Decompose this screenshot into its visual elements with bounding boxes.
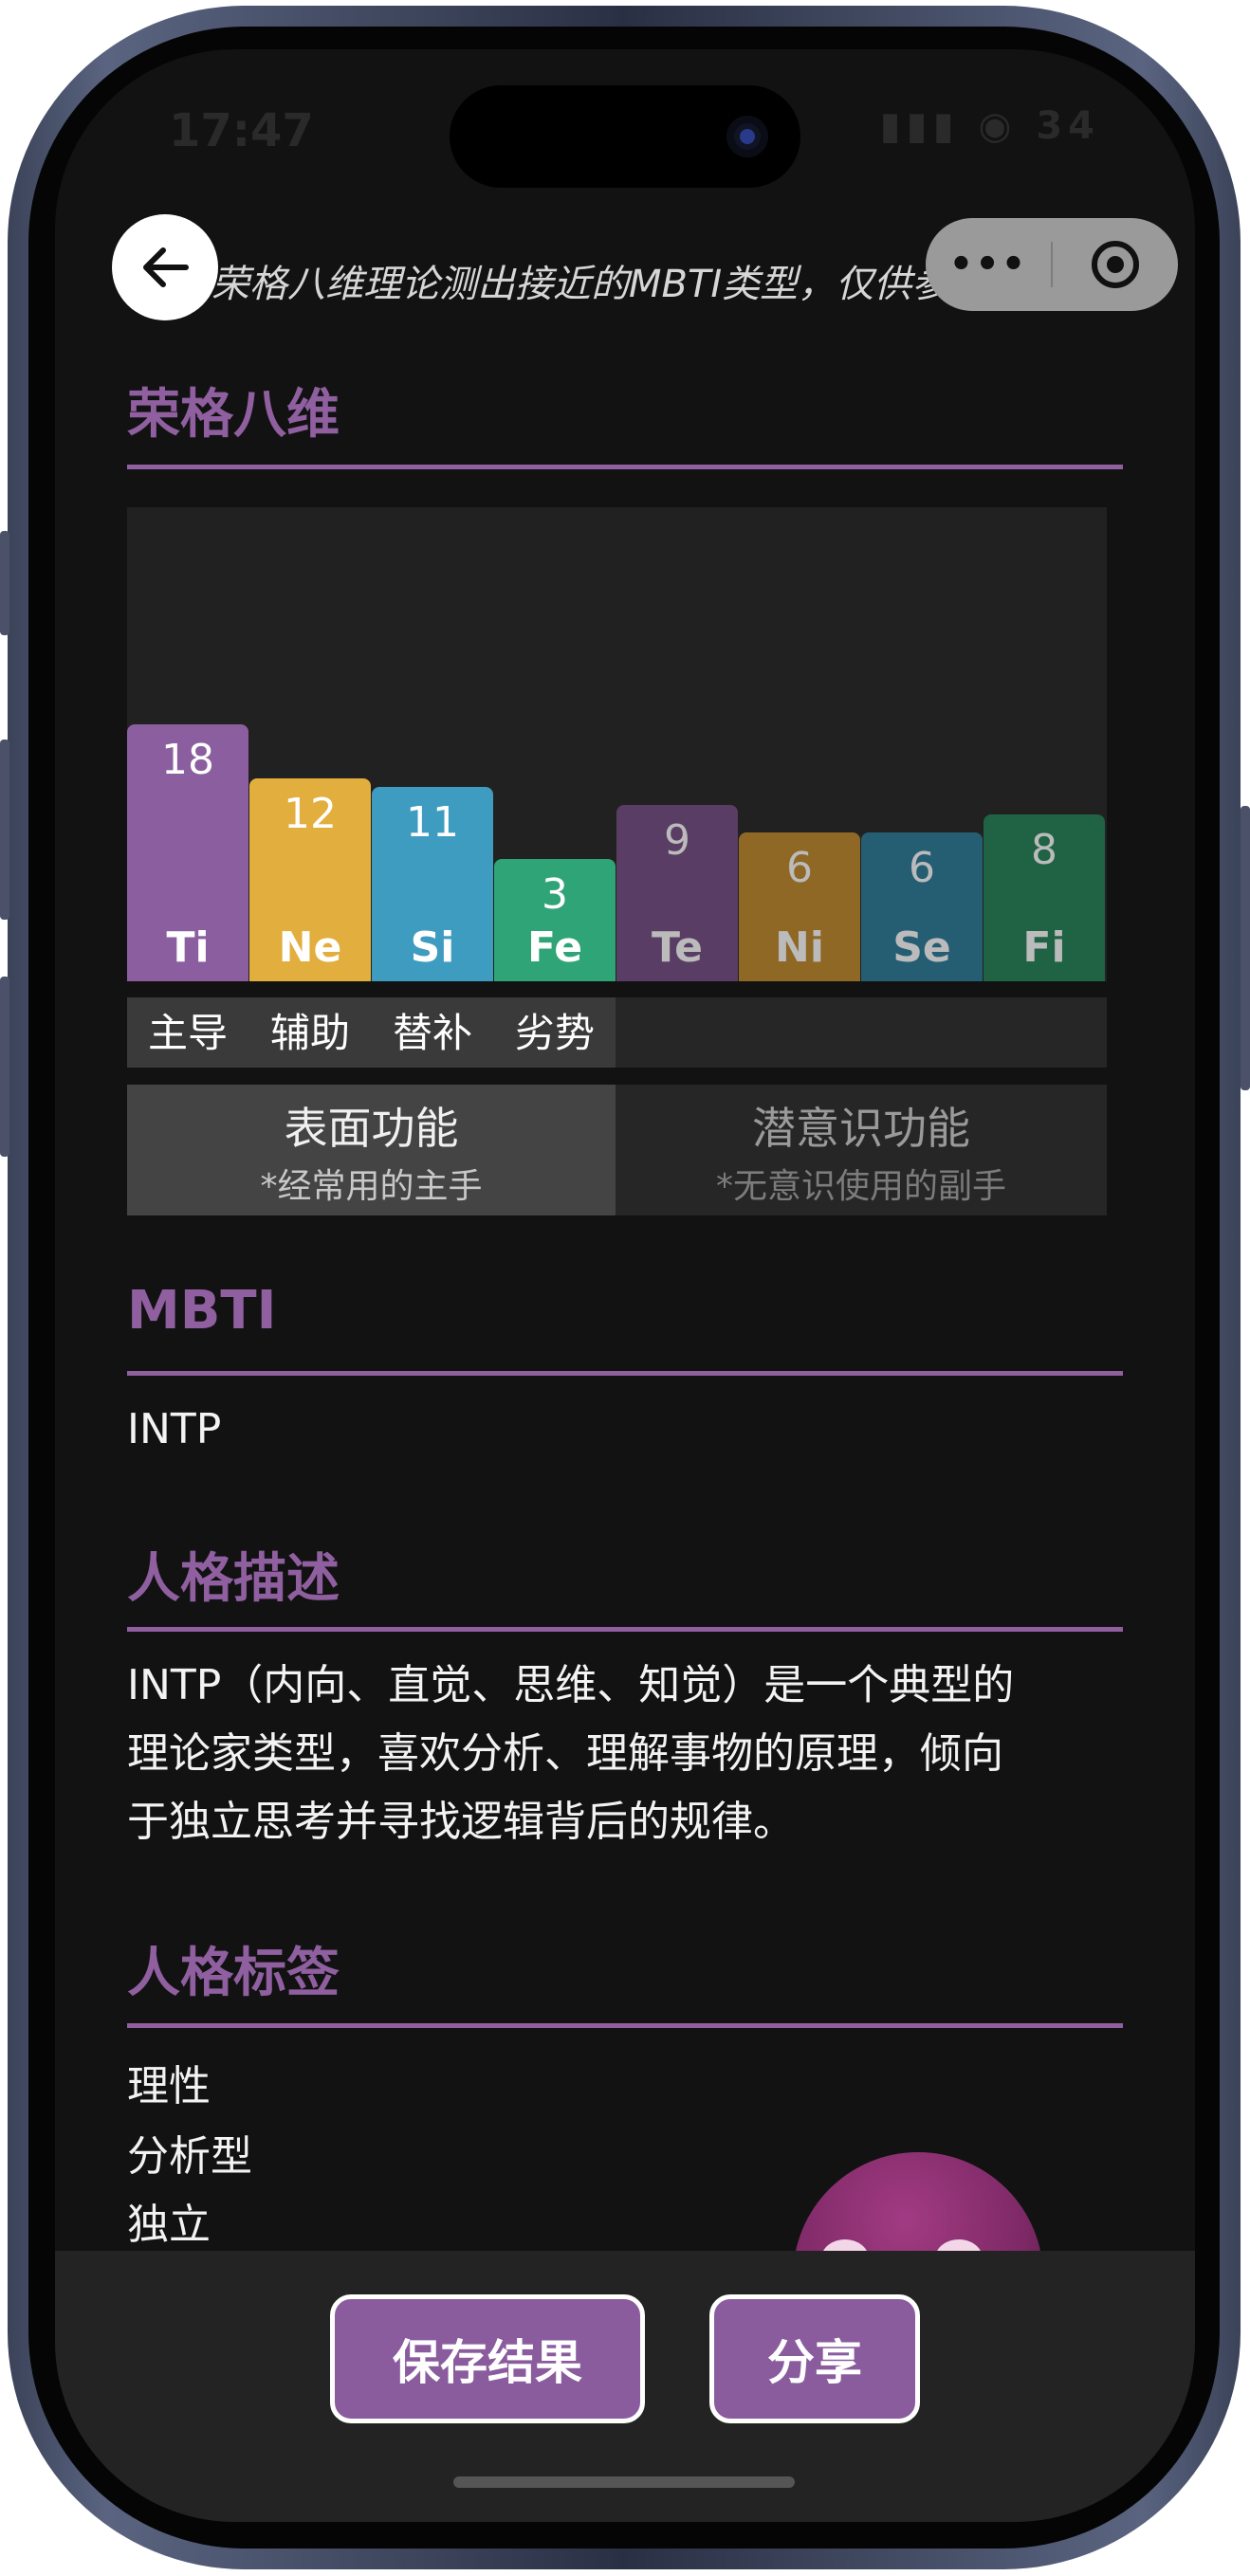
bar-ne: 12 Ne (249, 778, 371, 981)
bar-value-label: 6 (909, 844, 935, 892)
surface-function-desc: *经常用的主手 (260, 1167, 483, 1206)
bar-fi: 8 Fi (983, 814, 1105, 981)
dynamic-island (450, 85, 800, 188)
tag-item: 独立 (127, 2201, 211, 2249)
status-time: 17:47 (169, 104, 314, 157)
bar-function-label: Si (410, 923, 455, 972)
surface-function-title: 表面功能 (284, 1103, 459, 1154)
bar-function-label: Fe (526, 923, 583, 972)
bar-value-label: 8 (1031, 826, 1057, 874)
subconscious-function-panel: 潜意识功能 *无意识使用的副手 (616, 1085, 1107, 1215)
camera-icon (726, 116, 768, 157)
bar-se: 6 Se (861, 832, 983, 981)
save-result-button[interactable]: 保存结果 (330, 2294, 645, 2423)
volume-up-button (0, 740, 9, 920)
bar-function-label: Ni (775, 923, 824, 972)
bar-te: 9 Te (616, 805, 738, 981)
roles-row: 主导 辅助 替补 劣势 (127, 997, 1107, 1068)
role-auxiliary: 辅助 (269, 1010, 350, 1056)
bar-function-label: Se (892, 923, 951, 972)
description-line-1: INTP（内向、直觉、思维、知觉）是一个典型的 (127, 1661, 1015, 1709)
mini-program-capsule: ••• (926, 218, 1178, 311)
disclaimer-note: 荣格八维理论测出接近的MBTI类型，仅供参考。 (211, 263, 1026, 306)
role-inferior: 劣势 (514, 1010, 595, 1056)
bar-value-label: 6 (786, 844, 813, 892)
bar-value-label: 9 (664, 816, 690, 865)
subconscious-function-title: 潜意识功能 (752, 1103, 970, 1154)
bar-function-label: Te (651, 923, 703, 972)
target-icon (1092, 241, 1139, 288)
home-indicator (453, 2476, 795, 2488)
subconscious-function-desc: *无意识使用的副手 (715, 1167, 1006, 1206)
jung-section-title: 荣格八维 (127, 384, 340, 446)
bar-ni: 6 Ni (739, 832, 860, 981)
role-tertiary: 替补 (392, 1010, 472, 1056)
section-divider (127, 2023, 1123, 2028)
section-divider (127, 1371, 1123, 1376)
bar-function-label: Ti (166, 923, 210, 972)
bar-value-label: 3 (542, 870, 568, 919)
mbti-section-title: MBTI (127, 1280, 277, 1342)
bar-value-label: 12 (284, 790, 337, 838)
bar-ti: 18 Ti (127, 724, 248, 981)
volume-down-button (0, 977, 9, 1157)
section-divider (127, 1627, 1123, 1632)
tags-section-title: 人格标签 (127, 1943, 340, 2004)
screen: 17:47 ▮▮▮ ◉ 34 荣格八维理论测出接近的MBTI类型，仅供参考。 •… (55, 49, 1195, 2522)
description-line-3: 于独立思考并寻找逻辑背后的规律。 (127, 1798, 795, 1846)
bar-function-label: Fi (1022, 923, 1066, 972)
close-target-button[interactable] (1053, 238, 1178, 291)
bar-si: 11 Si (372, 787, 493, 981)
arrow-left-icon (143, 247, 189, 287)
more-button[interactable]: ••• (926, 243, 1051, 286)
description-line-2: 理论家类型，喜欢分析、理解事物的原理，倾向 (127, 1729, 1003, 1778)
role-dominant: 主导 (147, 1010, 228, 1056)
jung-bar-chart: 18 Ti 12 Ne 11 Si 3 Fe 9 Te 6 Ni 6 Se 8 Fi (127, 507, 1107, 981)
surface-function-panel: 表面功能 *经常用的主手 (127, 1085, 616, 1215)
description-section-title: 人格描述 (127, 1548, 340, 1610)
mbti-type-value: INTP (127, 1405, 222, 1453)
bar-value-label: 18 (161, 736, 214, 784)
tag-item: 理性 (127, 2062, 211, 2110)
tag-item: 分析型 (127, 2132, 252, 2181)
back-button[interactable] (112, 214, 218, 320)
bar-function-label: Ne (278, 923, 342, 972)
power-button (1241, 806, 1250, 1090)
bar-value-label: 11 (406, 798, 459, 847)
bar-fe: 3 Fe (494, 859, 616, 981)
share-button[interactable]: 分享 (709, 2294, 920, 2423)
status-icons: ▮▮▮ ◉ 34 (879, 104, 1100, 148)
action-button (0, 531, 9, 635)
section-divider (127, 465, 1123, 469)
